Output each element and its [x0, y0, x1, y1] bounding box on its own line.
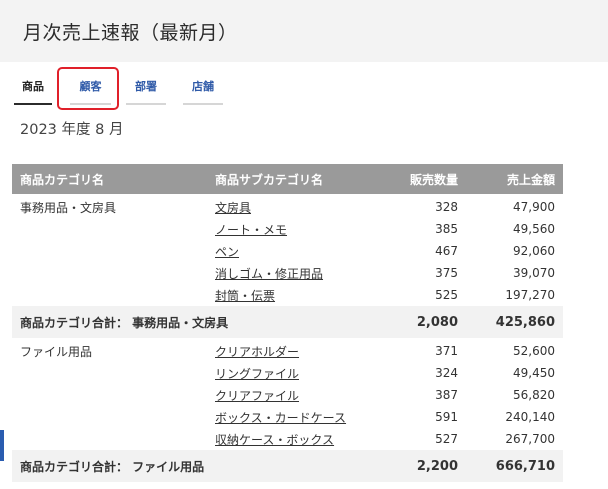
amount-value: 267,700 [505, 432, 555, 446]
tab-underline [183, 103, 223, 105]
amount-value: 92,060 [513, 244, 555, 258]
quantity-value: 467 [435, 244, 458, 258]
tab-customer[interactable]: 顧客 [70, 77, 111, 105]
tab-label: 商品 [22, 80, 44, 93]
tab-label: 顧客 [79, 80, 102, 93]
column-header-category: 商品カテゴリ名 [20, 172, 105, 187]
subtotal-label: 商品カテゴリ合計： 事務用品・文房具 [20, 315, 229, 330]
column-header-amount: 売上金額 [506, 172, 555, 187]
subtotal-label: 商品カテゴリ合計： ファイル用品 [20, 459, 205, 474]
tab-product[interactable]: 商品 [14, 77, 52, 105]
column-header-subcategory: 商品サブカテゴリ名 [215, 172, 324, 187]
tab-label: 店舗 [192, 80, 214, 93]
tab-store[interactable]: 店舗 [183, 77, 223, 105]
subcategory-link[interactable]: 文房具 [215, 196, 251, 218]
sales-table: 商品カテゴリ名 商品サブカテゴリ名 販売数量 売上金額 事務用品・文房具 文房具… [12, 164, 563, 482]
left-edge-accent [0, 430, 4, 461]
tab-underline [70, 103, 111, 105]
subcategory-link[interactable]: クリアホルダー [215, 340, 299, 362]
quantity-value: 385 [435, 222, 458, 236]
table-row: クリアファイル 387 56,820 [12, 384, 563, 406]
amount-value: 52,600 [513, 344, 555, 358]
quantity-value: 328 [435, 200, 458, 214]
amount-value: 56,820 [513, 388, 555, 402]
table-row: リングファイル 324 49,450 [12, 362, 563, 384]
quantity-value: 324 [435, 366, 458, 380]
tab-underline [14, 103, 52, 105]
table-row: ノート・メモ 385 49,560 [12, 218, 563, 240]
subcategory-link[interactable]: リングファイル [215, 362, 299, 384]
subtotal-amount: 666,710 [495, 458, 555, 474]
subtotal-row: 商品カテゴリ合計： 事務用品・文房具 2,080 425,860 [12, 306, 563, 338]
subcategory-link[interactable]: ボックス・カードケース [215, 406, 346, 428]
amount-value: 39,070 [513, 266, 555, 280]
subcategory-link[interactable]: クリアファイル [215, 384, 299, 406]
subcategory-link[interactable]: ペン [215, 240, 239, 262]
tab-label: 部署 [135, 80, 157, 93]
table-row: 消しゴム・修正用品 375 39,070 [12, 262, 563, 284]
subtotal-quantity: 2,080 [416, 314, 458, 330]
table-header: 商品カテゴリ名 商品サブカテゴリ名 販売数量 売上金額 [12, 164, 563, 194]
report-page: 月次売上速報（最新月） 商品 顧客 部署 店舗 2023 年度 8 月 商品カテ… [0, 0, 608, 489]
table-row: ファイル用品 クリアホルダー 371 52,600 [12, 340, 563, 362]
table-row: 収納ケース・ボックス 527 267,700 [12, 428, 563, 450]
column-header-quantity: 販売数量 [409, 172, 458, 187]
subtotal-amount: 425,860 [495, 314, 555, 330]
subtotal-quantity: 2,200 [416, 458, 458, 474]
quantity-value: 527 [435, 432, 458, 446]
quantity-value: 371 [435, 344, 458, 358]
report-period: 2023 年度 8 月 [20, 122, 124, 138]
amount-value: 197,270 [505, 288, 555, 302]
page-header: 月次売上速報（最新月） [0, 0, 608, 60]
subcategory-link[interactable]: ノート・メモ [215, 218, 287, 240]
subtotal-row: 商品カテゴリ合計： ファイル用品 2,200 666,710 [12, 450, 563, 482]
quantity-value: 525 [435, 288, 458, 302]
quantity-value: 387 [435, 388, 458, 402]
amount-value: 240,140 [505, 410, 555, 424]
subcategory-link[interactable]: 封筒・伝票 [215, 284, 275, 306]
table-row: 封筒・伝票 525 197,270 [12, 284, 563, 306]
table-row: ペン 467 92,060 [12, 240, 563, 262]
table-row: 事務用品・文房具 文房具 328 47,900 [12, 196, 563, 218]
amount-value: 49,560 [513, 222, 555, 236]
quantity-value: 591 [435, 410, 458, 424]
table-row: ボックス・カードケース 591 240,140 [12, 406, 563, 428]
quantity-value: 375 [435, 266, 458, 280]
category-name: ファイル用品 [20, 344, 93, 359]
tab-department[interactable]: 部署 [126, 77, 166, 105]
category-name: 事務用品・文房具 [20, 200, 117, 215]
page-title: 月次売上速報（最新月） [23, 22, 238, 44]
subcategory-link[interactable]: 消しゴム・修正用品 [215, 262, 323, 284]
subcategory-link[interactable]: 収納ケース・ボックス [215, 428, 334, 450]
report-panel: 商品 顧客 部署 店舗 2023 年度 8 月 商品カテゴリ名 商品サブカテゴリ… [0, 62, 608, 489]
tab-underline [126, 103, 166, 105]
amount-value: 47,900 [513, 200, 555, 214]
amount-value: 49,450 [513, 366, 555, 380]
